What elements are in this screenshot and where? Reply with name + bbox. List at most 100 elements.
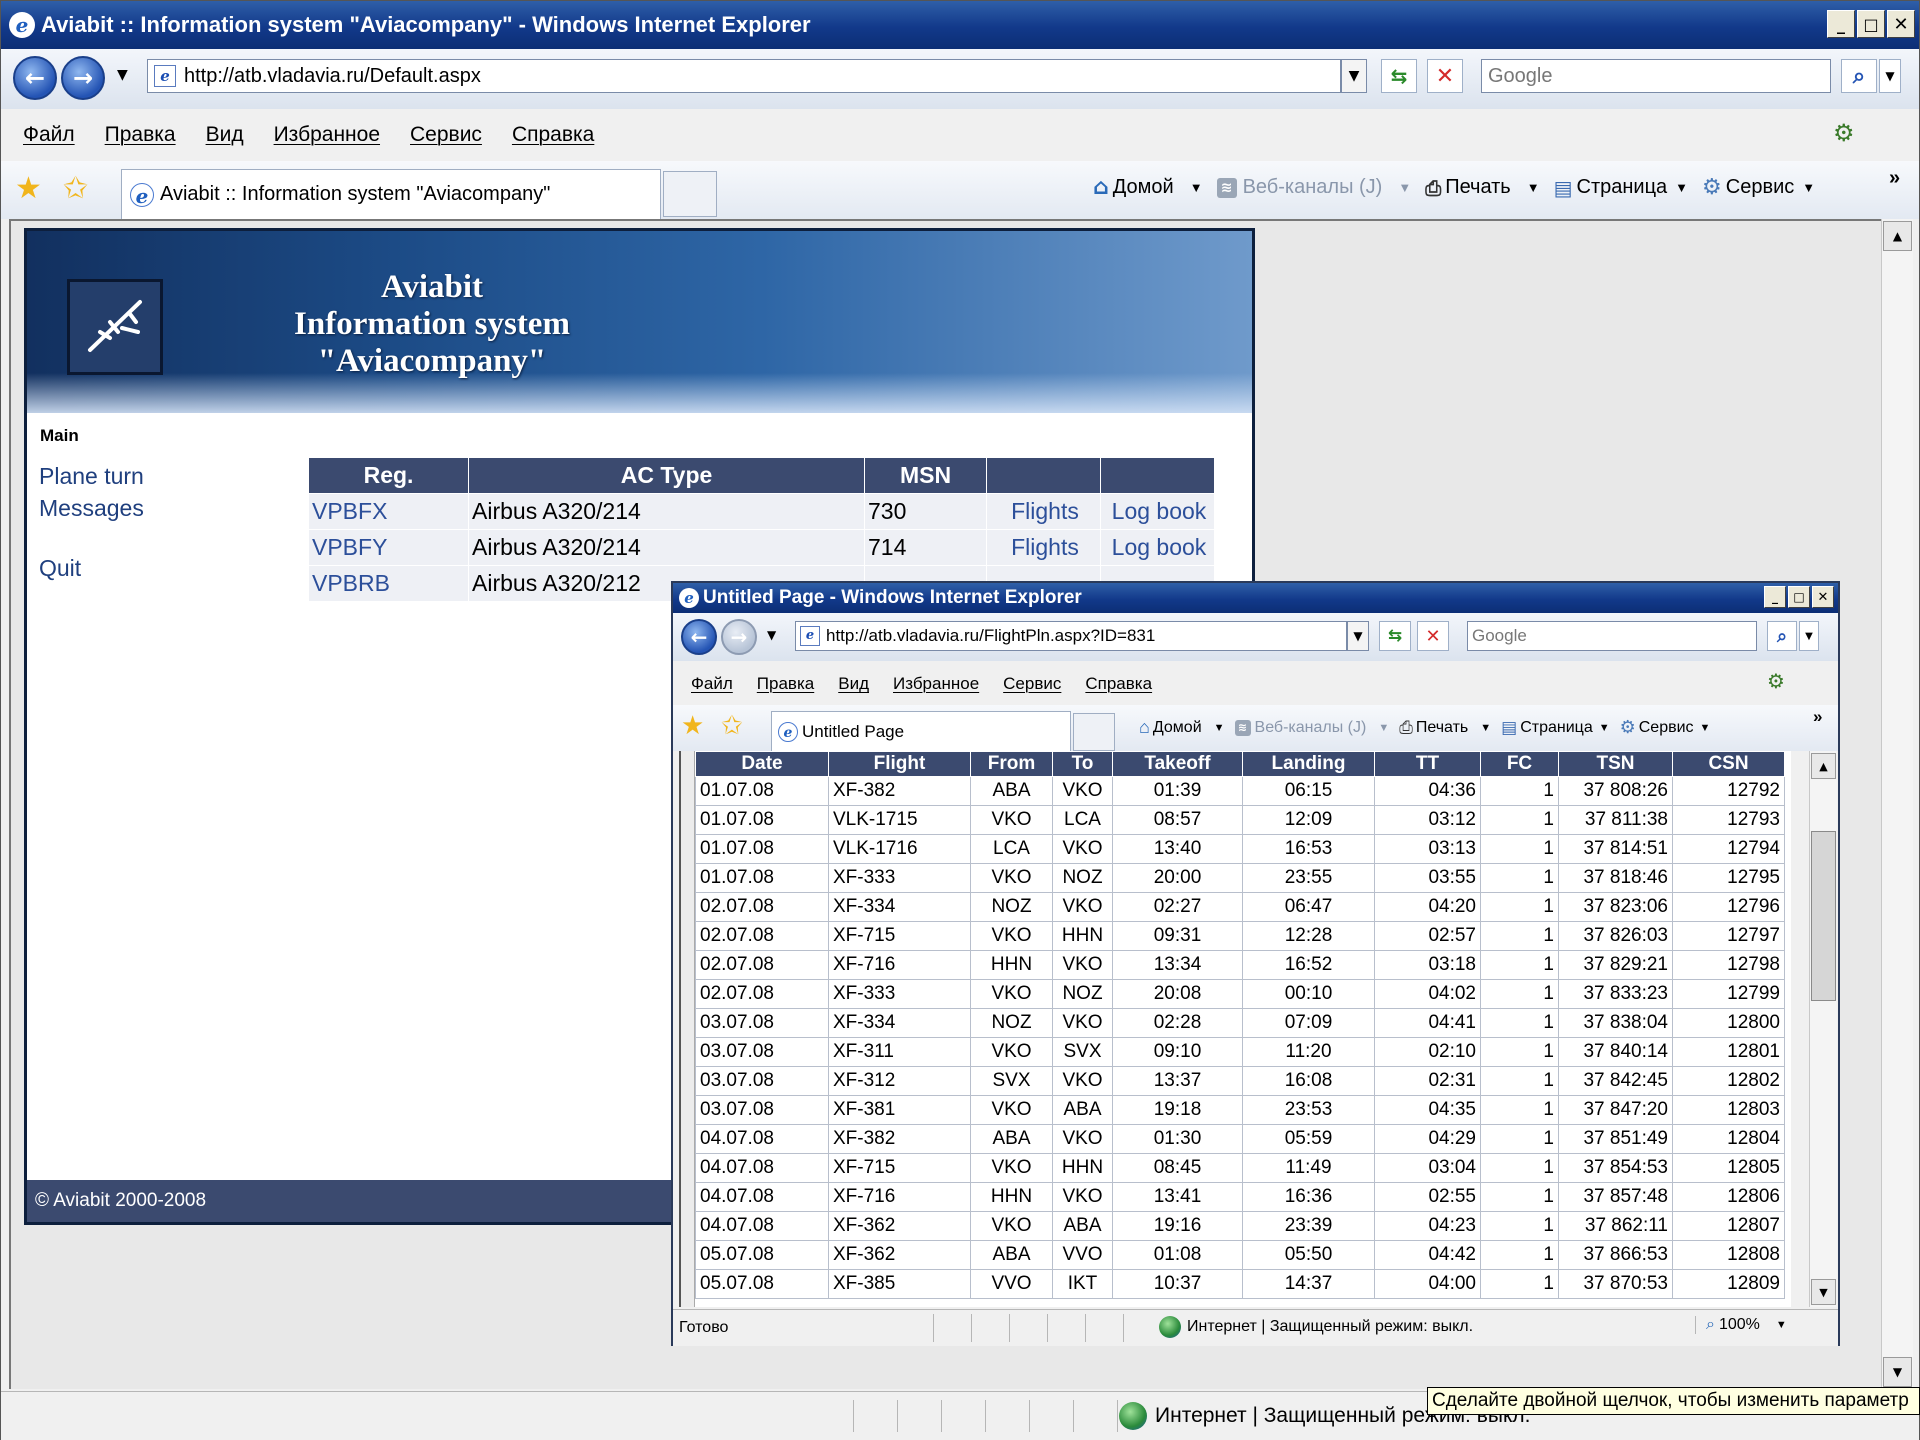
stop-button[interactable]: ✕ — [1427, 59, 1463, 93]
cell-landing: 12:09 — [1242, 805, 1375, 835]
reg-link[interactable]: VPBFY — [308, 529, 469, 566]
page-icon: e — [154, 65, 176, 87]
popup-scroll-up-button[interactable]: ▲ — [1811, 753, 1836, 779]
cell-csn: 12792 — [1672, 776, 1785, 806]
reg-link[interactable]: VPBRB — [308, 565, 469, 602]
popup-print-icon: ⎙ — [1399, 717, 1413, 737]
popup-home-label: Домой — [1152, 718, 1202, 736]
menu-tools[interactable]: Сервис — [410, 123, 482, 147]
banner-title-line1: Aviabit — [380, 269, 484, 305]
cell-flight: XF-362 — [828, 1240, 971, 1270]
popup-toolbar-options-icon[interactable]: ⚙ — [1767, 669, 1785, 694]
home-icon: ⌂ — [1093, 175, 1109, 200]
nav-messages[interactable]: Messages — [39, 492, 144, 524]
print-command[interactable]: ⎙ Печать ▼ — [1425, 176, 1539, 200]
popup-chevron-more-icon[interactable]: » — [1813, 707, 1822, 727]
menu-edit[interactable]: Правка — [105, 123, 176, 147]
cell-date: 04.07.08 — [695, 1211, 829, 1241]
back-button[interactable]: ← — [13, 56, 57, 100]
popup-menu-edit[interactable]: Правка — [757, 674, 814, 694]
popup-page-menu-icon: ▤ — [1501, 717, 1518, 737]
popup-minimize-button[interactable]: _ — [1764, 586, 1786, 608]
favorites-star-icon[interactable]: ★ — [15, 171, 42, 206]
search-button[interactable]: ⌕ — [1841, 59, 1877, 93]
page-command[interactable]: ▤ Страница ▼ — [1554, 176, 1688, 200]
popup-new-tab-button[interactable] — [1073, 713, 1115, 751]
maximize-button[interactable]: □ — [1857, 10, 1885, 38]
popup-menu-help[interactable]: Справка — [1085, 674, 1152, 694]
logbook-link[interactable]: Log book — [1100, 529, 1215, 566]
flights-link[interactable]: Flights — [986, 529, 1101, 566]
cell-to: IKT — [1052, 1269, 1113, 1299]
popup-tools-command[interactable]: ⚙ Сервис ▼ — [1620, 717, 1711, 738]
popup-scrollbar[interactable]: ▲ ▼ — [1809, 751, 1837, 1307]
home-command[interactable]: ⌂ Домой ▼ — [1093, 175, 1203, 200]
menu-favorites[interactable]: Избранное — [274, 123, 380, 147]
popup-search-options-button[interactable]: ▼ — [1799, 621, 1819, 651]
search-options-button[interactable]: ▼ — [1879, 59, 1901, 93]
popup-add-favorites-icon[interactable]: ✩ — [721, 711, 743, 741]
address-dropdown-button[interactable]: ▼ — [1341, 59, 1367, 93]
main-title-bar[interactable]: e Aviabit :: Information system "Aviacom… — [1, 1, 1919, 49]
close-button[interactable]: ✕ — [1887, 10, 1915, 38]
popup-favorites-star-icon[interactable]: ★ — [681, 711, 704, 741]
history-dropdown-icon[interactable]: ▼ — [117, 67, 128, 83]
flights-link[interactable]: Flights — [986, 493, 1101, 530]
popup-page-command[interactable]: ▤ Страница ▼ — [1501, 718, 1609, 738]
scroll-down-button[interactable]: ▼ — [1883, 1357, 1912, 1387]
popup-tab[interactable]: e Untitled Page — [771, 711, 1071, 751]
popup-address-bar[interactable]: e http://atb.vladavia.ru/FlightPln.aspx?… — [795, 621, 1347, 651]
popup-feeds-command[interactable]: ≋ Веб-каналы (J) ▼ — [1234, 719, 1389, 737]
popup-menu-tools[interactable]: Сервис — [1003, 674, 1061, 694]
popup-close-button[interactable]: ✕ — [1812, 586, 1834, 608]
cell-takeoff: 19:18 — [1112, 1095, 1243, 1125]
feeds-command[interactable]: ≋ Веб-каналы (J) ▼ — [1216, 176, 1411, 199]
popup-history-dropdown-icon[interactable]: ▼ — [767, 628, 776, 642]
popup-menu-favorites[interactable]: Избранное — [893, 674, 979, 694]
new-tab-button[interactable] — [663, 171, 717, 217]
popup-maximize-button[interactable]: □ — [1788, 586, 1810, 608]
logbook-link[interactable]: Log book — [1100, 493, 1215, 530]
popup-home-command[interactable]: ⌂ Домой ▼ — [1139, 717, 1225, 738]
nav-plane-turn[interactable]: Plane turn — [39, 460, 144, 492]
popup-zoom-control[interactable]: ⌕ 100% ▼ — [1695, 1316, 1787, 1334]
popup-scroll-down-button[interactable]: ▼ — [1811, 1279, 1836, 1305]
address-bar[interactable]: e http://atb.vladavia.ru/Default.aspx — [147, 59, 1341, 93]
popup-refresh-button[interactable]: ⇆ — [1379, 621, 1411, 651]
menu-view[interactable]: Вид — [206, 123, 244, 147]
cell-landing: 16:08 — [1242, 1066, 1375, 1096]
cell-tt: 04:41 — [1374, 1008, 1481, 1038]
toolbar-options-icon[interactable]: ⚙ — [1833, 119, 1855, 148]
popup-scroll-thumb[interactable] — [1811, 831, 1836, 1001]
cell-date: 04.07.08 — [695, 1124, 829, 1154]
main-tab[interactable]: e Aviabit :: Information system "Aviacom… — [121, 169, 661, 219]
popup-title-bar[interactable]: e Untitled Page - Windows Internet Explo… — [673, 583, 1838, 613]
tools-label: Сервис — [1725, 176, 1795, 198]
popup-menu-view[interactable]: Вид — [838, 674, 869, 694]
popup-search-input[interactable]: Google — [1467, 621, 1757, 651]
refresh-button[interactable]: ⇆ — [1381, 59, 1417, 93]
menu-file[interactable]: Файл — [23, 123, 75, 147]
popup-forward-button[interactable]: → — [721, 619, 757, 655]
main-scrollbar[interactable]: ▲ ▼ — [1881, 219, 1913, 1389]
cell-to: NOZ — [1052, 863, 1113, 893]
popup-search-button[interactable]: ⌕ — [1767, 621, 1797, 651]
add-favorites-icon[interactable]: ✩ — [63, 171, 88, 206]
scroll-up-button[interactable]: ▲ — [1883, 221, 1912, 251]
popup-menu-file[interactable]: Файл — [691, 674, 733, 694]
cell-tsn: 37 814:51 — [1558, 834, 1673, 864]
popup-address-dropdown-button[interactable]: ▼ — [1347, 621, 1369, 651]
table-row: 03.07.08 XF-311 VKO SVX 09:10 11:20 02:10 1 37 8… — [695, 1037, 1785, 1067]
popup-print-command[interactable]: ⎙ Печать ▼ — [1399, 718, 1491, 738]
forward-button[interactable]: → — [61, 56, 105, 100]
chevron-more-icon[interactable]: » — [1889, 167, 1900, 190]
menu-help[interactable]: Справка — [512, 123, 594, 147]
reg-link[interactable]: VPBFX — [308, 493, 469, 530]
search-input[interactable]: Google — [1481, 59, 1831, 93]
popup-back-button[interactable]: ← — [681, 619, 717, 655]
popup-stop-button[interactable]: ✕ — [1417, 621, 1449, 651]
cell-fc: 1 — [1480, 1153, 1559, 1183]
nav-quit[interactable]: Quit — [39, 552, 144, 584]
minimize-button[interactable]: _ — [1827, 10, 1855, 38]
tools-command[interactable]: ⚙ Сервис ▼ — [1702, 175, 1815, 200]
